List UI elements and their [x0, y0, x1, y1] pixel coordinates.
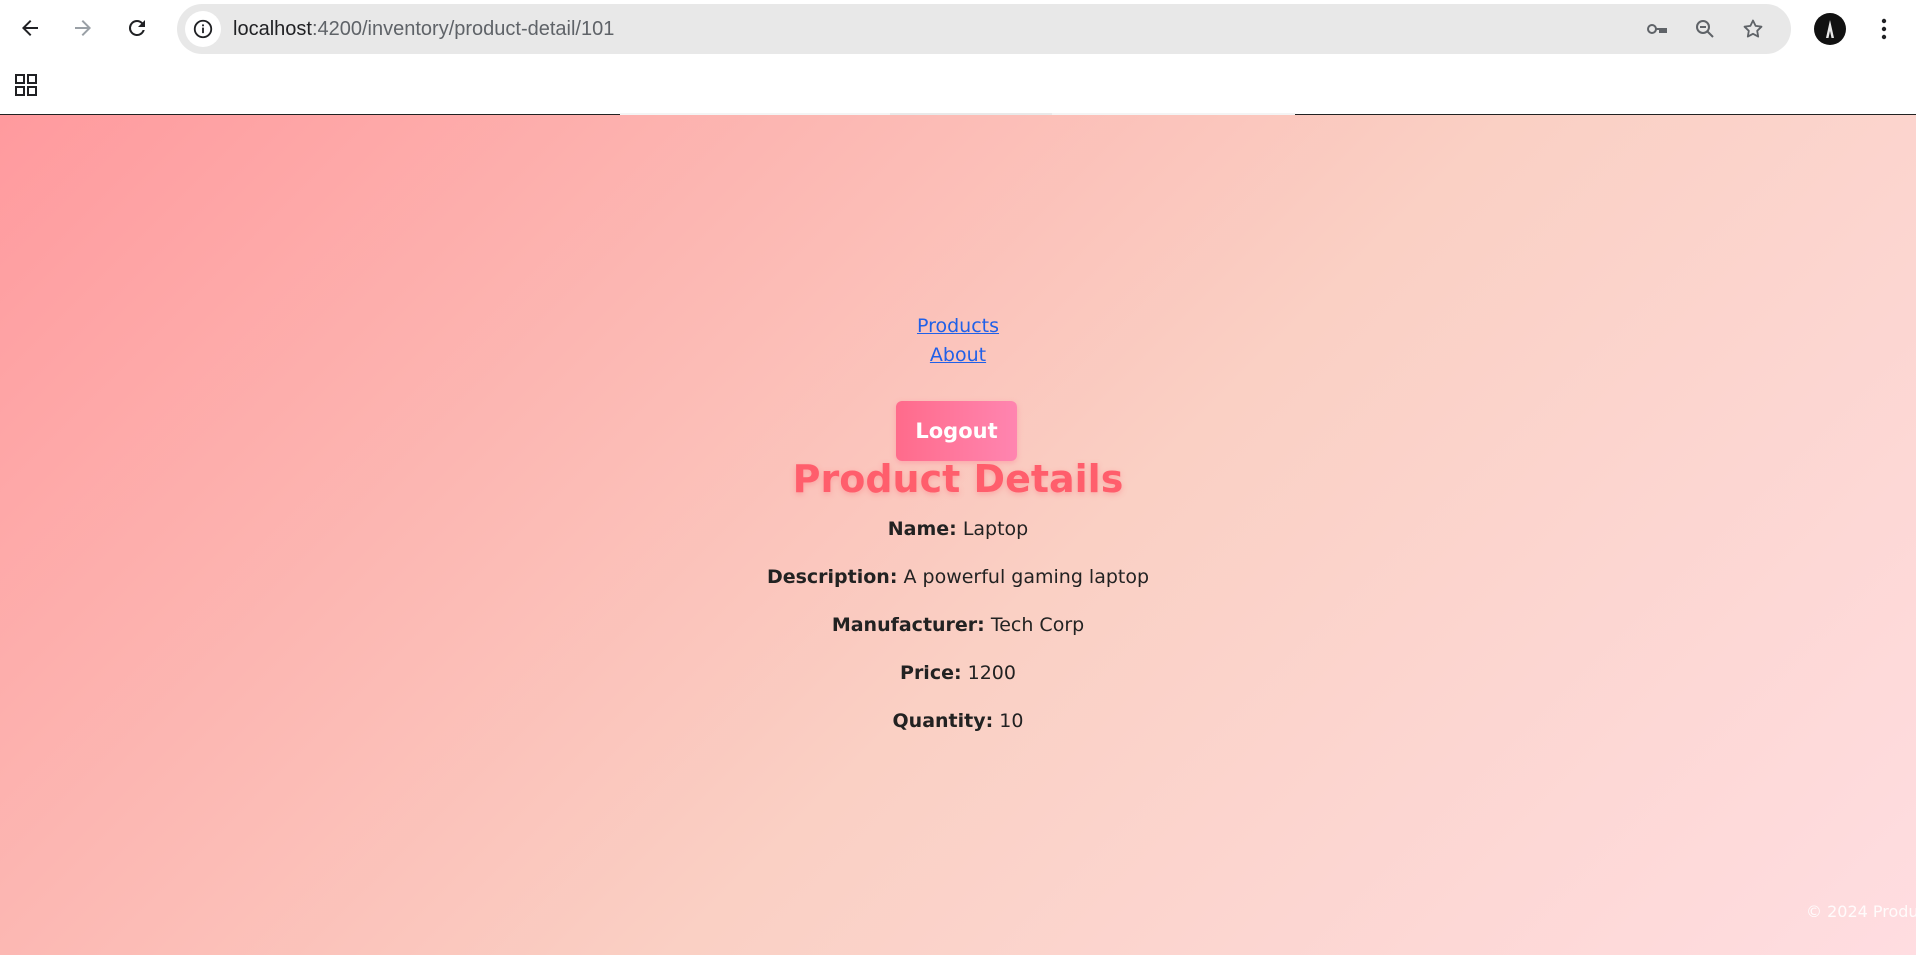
site-info-button[interactable]: [185, 11, 221, 47]
arrow-right-icon: [75, 20, 91, 36]
browser-toolbar: localhost:4200/inventory/product-detail/…: [0, 0, 1916, 56]
zoom-out-icon: [1696, 20, 1714, 38]
field-value: Tech Corp: [990, 614, 1085, 636]
arrow-left-icon: [22, 20, 38, 36]
field-value: Laptop: [962, 518, 1029, 540]
field-value: 1200: [967, 662, 1016, 684]
more-vert-icon: [1881, 18, 1887, 40]
nav-link-products[interactable]: Products: [0, 315, 1916, 337]
address-bar[interactable]: localhost:4200/inventory/product-detail/…: [177, 4, 1791, 54]
info-icon: [193, 19, 213, 39]
field-description: Description: A powerful gaming laptop: [0, 566, 1916, 588]
field-value: A powerful gaming laptop: [903, 566, 1150, 588]
field-label: Manufacturer:: [831, 614, 985, 636]
forward-button[interactable]: [65, 10, 101, 46]
bookmarks-bar: [0, 56, 1916, 115]
star-icon: [1743, 19, 1763, 38]
url-text[interactable]: localhost:4200/inventory/product-detail/…: [233, 4, 614, 54]
field-value: 10: [999, 710, 1024, 732]
footer-copyright: © 2024 Produ: [1806, 902, 1916, 921]
page-viewport: Products About Logout Product Details Na…: [0, 115, 1916, 955]
password-key-button[interactable]: [1643, 15, 1671, 43]
field-label: Description:: [766, 566, 898, 588]
field-price: Price: 1200: [0, 662, 1916, 684]
field-quantity: Quantity: 10: [0, 710, 1916, 732]
field-manufacturer: Manufacturer: Tech Corp: [0, 614, 1916, 636]
url-host: localhost: [233, 18, 312, 40]
bookmark-star-button[interactable]: [1739, 15, 1767, 43]
field-name: Name: Laptop: [0, 518, 1916, 540]
field-label: Quantity:: [892, 710, 994, 732]
profile-avatar[interactable]: [1814, 13, 1846, 45]
url-path: :4200/inventory/product-detail/101: [311, 18, 615, 40]
nav-link-about[interactable]: About: [0, 344, 1916, 366]
logout-button[interactable]: Logout: [896, 401, 1017, 461]
apps-button[interactable]: [12, 71, 40, 99]
nav-link-products-label[interactable]: Products: [917, 315, 999, 337]
key-icon: [1647, 24, 1667, 34]
browser-menu-button[interactable]: [1872, 12, 1896, 46]
reload-button[interactable]: [119, 10, 155, 46]
zoom-button[interactable]: [1691, 15, 1719, 43]
field-label: Price:: [900, 662, 962, 684]
reload-icon: [128, 19, 145, 36]
page-title: Product Details: [792, 457, 1124, 501]
avatar-icon: [1826, 20, 1834, 38]
field-label: Name:: [887, 518, 957, 540]
nav-link-about-label[interactable]: About: [930, 344, 986, 366]
apps-grid-icon: [15, 74, 37, 96]
back-button[interactable]: [12, 10, 48, 46]
